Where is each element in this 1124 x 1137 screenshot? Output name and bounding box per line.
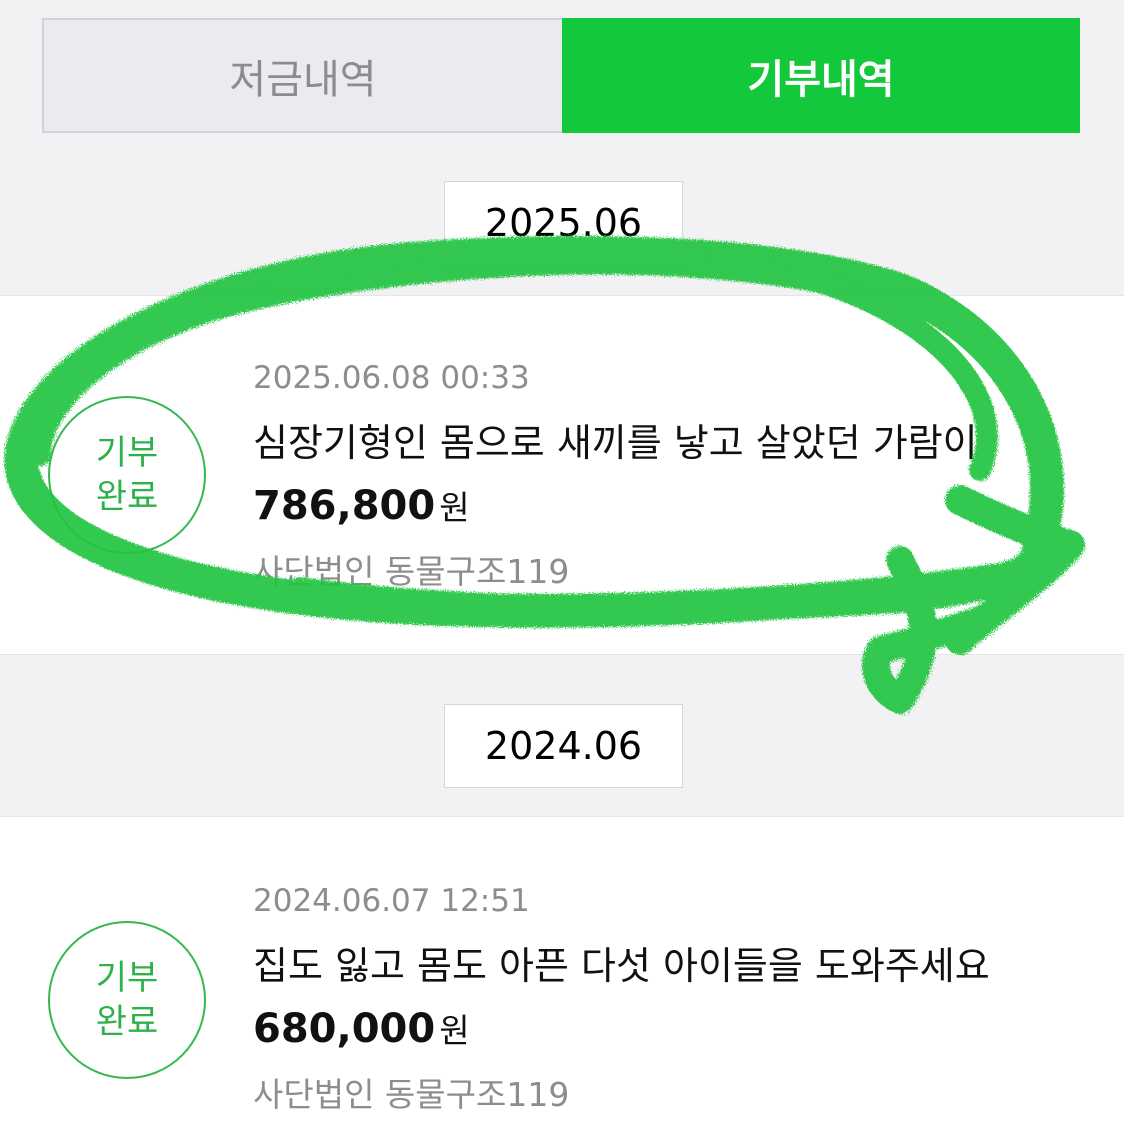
donation-timestamp: 2025.06.08 00:33 [253,360,530,396]
amount-value: 786,800 [253,483,436,529]
badge-line-1: 기부 [95,958,159,998]
donation-item[interactable]: 기부 완료 2024.06.07 12:51 집도 잃고 몸도 아픈 다섯 아이… [0,816,1124,1137]
donation-amount: 786,800 원 [253,481,978,529]
donation-complete-badge: 기부 완료 [48,396,206,554]
amount-currency: 원 [439,1011,470,1050]
tab-donation-history[interactable]: 기부내역 [562,18,1080,133]
history-tabs: 저금내역 기부내역 [42,18,1080,133]
title-overflow-fade [1010,410,1070,470]
tab-savings-history[interactable]: 저금내역 [42,18,562,133]
amount-value: 680,000 [253,1006,436,1052]
donation-timestamp: 2024.06.07 12:51 [253,883,530,919]
donation-organization: 사단법인 동물구조119 [253,552,570,591]
month-header: 2024.06 [444,704,683,788]
donation-complete-badge: 기부 완료 [48,921,206,1079]
donation-item[interactable]: 기부 완료 2025.06.08 00:33 심장기형인 몸으로 새끼를 낳고 … [0,295,1124,655]
month-header: 2025.06 [444,181,683,265]
badge-line-1: 기부 [95,433,159,473]
donation-title: 집도 잃고 몸도 아픈 다섯 아이들을 도와주세요 [253,944,990,988]
amount-currency: 원 [439,488,470,527]
donation-title: 심장기형인 몸으로 새끼를 낳고 살았던 가람이 [253,421,978,465]
badge-line-2: 완료 [95,1002,159,1042]
badge-line-2: 완료 [95,477,159,517]
donation-organization: 사단법인 동물구조119 [253,1075,570,1114]
donation-amount: 680,000 원 [253,1004,990,1052]
